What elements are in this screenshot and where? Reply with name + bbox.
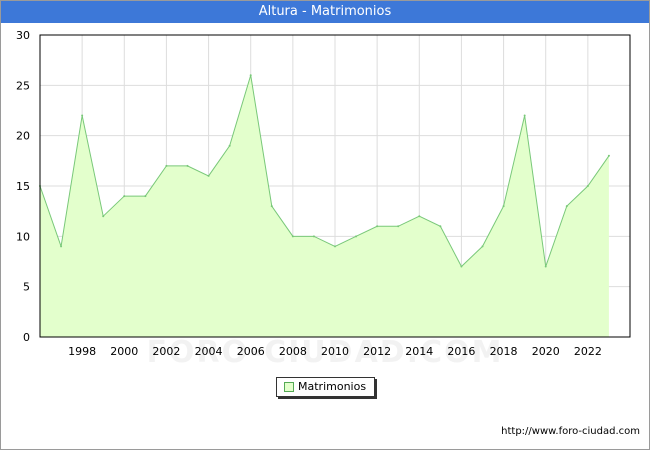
- data-point-2000: [123, 195, 126, 198]
- y-tick-label: 5: [23, 281, 30, 294]
- data-point-2006: [249, 74, 252, 77]
- data-point-2008: [291, 235, 294, 238]
- data-point-2013: [397, 225, 400, 228]
- data-point-1999: [102, 215, 105, 218]
- source-url: http://www.foro-ciudad.com: [501, 426, 640, 437]
- x-tick-label: 2018: [490, 345, 518, 358]
- data-point-1997: [60, 245, 63, 248]
- data-point-1998: [81, 114, 84, 117]
- data-point-2004: [207, 174, 210, 177]
- data-point-2003: [186, 164, 189, 167]
- x-tick-label: 2022: [574, 345, 602, 358]
- y-tick-label: 25: [16, 79, 30, 92]
- y-tick-label: 10: [16, 230, 30, 243]
- data-point-2014: [418, 215, 421, 218]
- legend: Matrimonios: [276, 377, 375, 397]
- y-tick-label: 15: [16, 180, 30, 193]
- y-tick-label: 20: [16, 130, 30, 143]
- x-tick-label: 2000: [110, 345, 138, 358]
- legend-swatch: [284, 382, 294, 392]
- x-tick-label: 2016: [447, 345, 475, 358]
- x-tick-label: 2020: [532, 345, 560, 358]
- data-point-2022: [586, 185, 589, 187]
- data-point-2020: [544, 265, 547, 268]
- x-tick-label: 2006: [237, 345, 265, 358]
- data-point-2018: [502, 205, 505, 208]
- legend-label: Matrimonios: [298, 380, 367, 393]
- data-point-2005: [228, 144, 231, 147]
- data-point-2019: [523, 114, 526, 117]
- data-point-2021: [565, 205, 568, 208]
- x-tick-label: 2012: [363, 345, 391, 358]
- x-tick-label: 2004: [195, 345, 223, 358]
- x-tick-label: 1998: [68, 345, 96, 358]
- data-point-2017: [481, 245, 484, 248]
- data-point-2023: [607, 154, 610, 157]
- data-point-2009: [312, 235, 315, 238]
- y-tick-label: 30: [16, 29, 30, 42]
- y-axis-ticks: 0 5 10 15 20 25 30: [16, 29, 30, 344]
- x-tick-label: 2010: [321, 345, 349, 358]
- data-point-2011: [355, 235, 358, 238]
- y-tick-label: 0: [23, 331, 30, 344]
- data-point-2010: [334, 245, 336, 248]
- data-point-2001: [144, 195, 147, 198]
- x-tick-label: 2002: [152, 345, 180, 358]
- data-point-2015: [439, 225, 442, 228]
- data-point-2002: [165, 164, 168, 167]
- data-point-2016: [460, 265, 463, 268]
- data-point-2012: [376, 225, 379, 228]
- x-tick-label: 2014: [405, 345, 433, 358]
- x-tick-label: 2008: [279, 345, 307, 358]
- data-point-2007: [270, 205, 273, 208]
